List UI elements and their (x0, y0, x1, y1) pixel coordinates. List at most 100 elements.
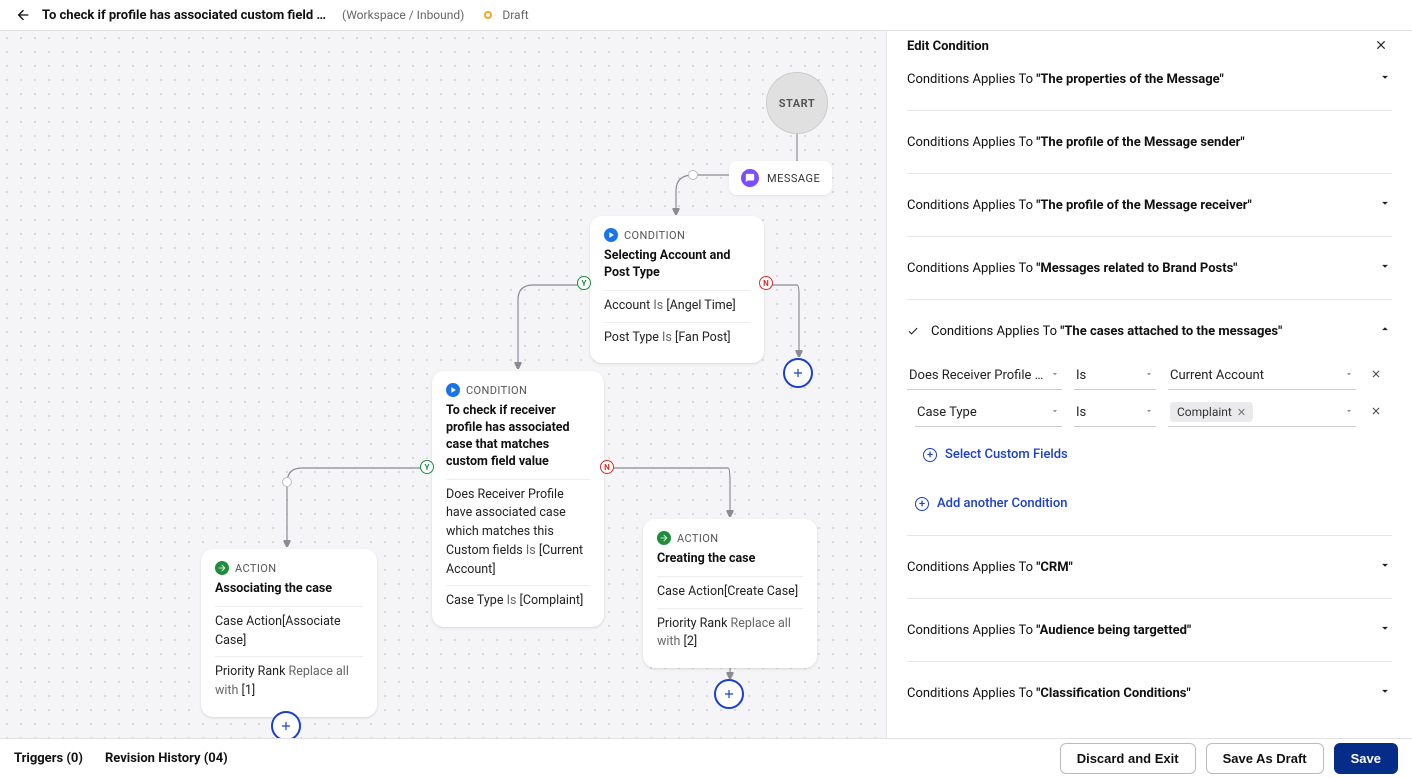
add-node-button[interactable] (714, 679, 744, 709)
chevron-down-icon (1378, 259, 1392, 277)
remove-row-button[interactable] (1368, 366, 1384, 386)
close-icon (1370, 405, 1382, 417)
condition-section: Conditions Applies To "Classification Co… (907, 662, 1392, 710)
save-draft-button[interactable]: Save As Draft (1206, 743, 1324, 774)
check-icon (907, 325, 921, 337)
section-label: Conditions Applies To "The properties of… (907, 72, 1224, 87)
section-label: Conditions Applies To "The cases attache… (931, 324, 1368, 339)
panel-title: Edit Condition (907, 39, 989, 54)
node-type-label: CONDITION (624, 229, 685, 242)
node-type-label: ACTION (235, 562, 277, 575)
section-toggle[interactable]: Conditions Applies To "CRM" (907, 536, 1392, 598)
action-line: Priority Rank Replace all with [2] (657, 615, 803, 653)
page-title: To check if profile has associated custo… (42, 8, 332, 23)
plus-icon (722, 687, 736, 701)
value-select[interactable]: Current Account (1168, 362, 1356, 390)
chevron-down-icon (1378, 70, 1392, 88)
chevron-down-icon (1378, 196, 1392, 214)
condition-line: Does Receiver Profile have associated ca… (446, 486, 590, 580)
action-icon (215, 561, 229, 575)
status-dot-icon (484, 11, 492, 19)
action-line: Priority Rank Replace all with [1] (215, 663, 363, 701)
section-toggle[interactable]: Conditions Applies To "The profile of th… (907, 111, 1392, 173)
caret-down-icon (1050, 368, 1060, 383)
section-label: Conditions Applies To "The profile of th… (907, 135, 1245, 150)
node-type-label: CONDITION (466, 384, 527, 397)
action-icon (657, 531, 671, 545)
action-node-2[interactable]: ACTION Creating the case Case Action[Cre… (643, 519, 817, 668)
condition-row: Does Receiver Profile h… Is (907, 362, 1392, 390)
value-multiselect[interactable]: Complaint ✕ (1168, 398, 1356, 427)
section-toggle[interactable]: Conditions Applies To "Classification Co… (907, 662, 1392, 710)
remove-row-button[interactable] (1368, 403, 1384, 423)
caret-down-icon (1144, 405, 1154, 420)
close-panel-button[interactable] (1370, 34, 1392, 60)
operator-select[interactable]: Is (1074, 362, 1156, 390)
branch-yes-badge: Y (577, 276, 591, 290)
section-label: Conditions Applies To "CRM" (907, 560, 1073, 575)
plus-circle-icon: + (923, 448, 937, 462)
node-type-label: ACTION (677, 532, 719, 545)
add-node-button[interactable] (783, 358, 813, 388)
chevron-down-icon (1378, 684, 1392, 702)
node-title: Associating the case (215, 581, 363, 598)
section-toggle[interactable]: Conditions Applies To "The profile of th… (907, 174, 1392, 236)
action-line: Case Action[Associate Case] (215, 613, 363, 651)
chevron-down-icon (1378, 133, 1392, 151)
section-toggle[interactable]: Conditions Applies To "Audience being ta… (907, 599, 1392, 661)
save-button[interactable]: Save (1334, 743, 1398, 774)
section-toggle[interactable]: Conditions Applies To "The cases attache… (907, 300, 1392, 362)
condition-line: Case Type Is [Complaint] (446, 592, 590, 611)
node-title: Selecting Account and Post Type (604, 248, 750, 282)
select-custom-fields-button[interactable]: + Select Custom Fields (915, 443, 1392, 466)
condition-node-1[interactable]: CONDITION Selecting Account and Post Typ… (590, 216, 764, 363)
condition-section: Conditions Applies To "The properties of… (907, 62, 1392, 111)
start-label: START (779, 97, 815, 110)
close-icon (1374, 38, 1388, 52)
condition-section-open: Conditions Applies To "The cases attache… (907, 300, 1392, 536)
status-badge: Draft (502, 8, 528, 22)
app-footer: Triggers (0) Revision History (04) Disca… (0, 738, 1412, 778)
field-select[interactable]: Does Receiver Profile h… (907, 362, 1062, 390)
start-node[interactable]: START (766, 72, 828, 134)
section-label: Conditions Applies To "The profile of th… (907, 198, 1252, 213)
revision-history-tab[interactable]: Revision History (04) (105, 751, 228, 766)
add-condition-button[interactable]: + Add another Condition (907, 492, 1392, 515)
caret-down-icon (1050, 405, 1060, 420)
action-line: Case Action[Create Case] (657, 583, 803, 602)
discard-button[interactable]: Discard and Exit (1060, 743, 1196, 774)
add-node-button[interactable] (271, 711, 301, 738)
connector-dot (282, 477, 292, 487)
condition-line: Post Type Is [Fan Post] (604, 329, 750, 348)
condition-node-2[interactable]: CONDITION To check if receiver profile h… (432, 371, 604, 627)
section-label: Conditions Applies To "Classification Co… (907, 686, 1191, 701)
condition-section: Conditions Applies To "The profile of th… (907, 174, 1392, 237)
close-icon (1370, 368, 1382, 380)
message-node[interactable]: MESSAGE (729, 161, 832, 195)
section-label: Conditions Applies To "Audience being ta… (907, 623, 1191, 638)
triggers-tab[interactable]: Triggers (0) (14, 751, 83, 766)
caret-down-icon (1344, 368, 1354, 383)
condition-section: Conditions Applies To "The profile of th… (907, 111, 1392, 174)
arrow-left-icon (15, 7, 31, 23)
message-label: MESSAGE (767, 172, 820, 185)
section-toggle[interactable]: Conditions Applies To "Messages related … (907, 237, 1392, 299)
chip-remove-button[interactable]: ✕ (1237, 406, 1246, 419)
back-button[interactable] (14, 6, 32, 24)
plus-circle-icon: + (915, 497, 929, 511)
condition-icon (446, 383, 460, 397)
chevron-down-icon (1378, 621, 1392, 639)
section-toggle[interactable]: Conditions Applies To "The properties of… (907, 62, 1392, 110)
edit-condition-panel: Edit Condition Conditions Applies To "Th… (886, 31, 1412, 738)
message-icon (741, 169, 759, 187)
workflow-canvas[interactable]: START MESSAGE CONDITION Selecting Accoun… (0, 31, 886, 738)
node-title: To check if receiver profile has associa… (446, 403, 590, 471)
operator-select[interactable]: Is (1074, 399, 1156, 427)
condition-line: Account Is [Angel Time] (604, 297, 750, 316)
field-select[interactable]: Case Type (915, 399, 1062, 427)
chevron-up-icon (1378, 322, 1392, 340)
condition-icon (604, 228, 618, 242)
action-node-1[interactable]: ACTION Associating the case Case Action[… (201, 549, 377, 717)
condition-section: Conditions Applies To "CRM" (907, 536, 1392, 599)
node-title: Creating the case (657, 551, 803, 568)
